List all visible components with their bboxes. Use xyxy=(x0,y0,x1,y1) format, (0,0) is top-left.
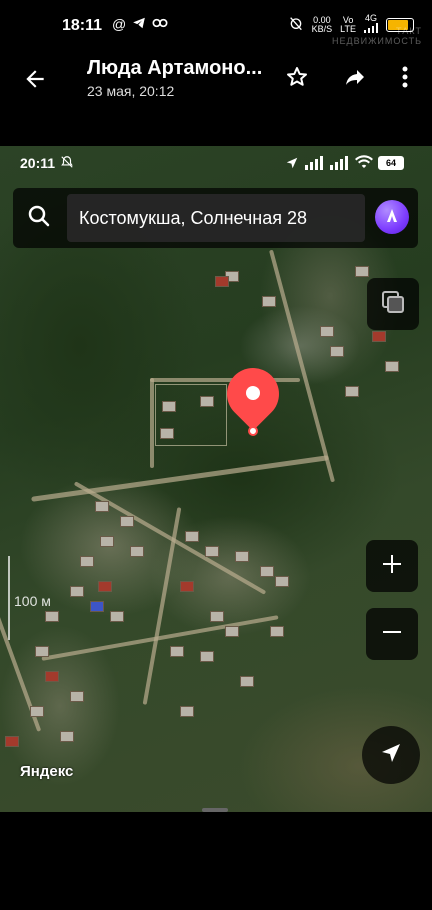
at-icon: @ xyxy=(112,16,127,32)
pin-target-point xyxy=(248,426,258,436)
status-left-icons: @ xyxy=(112,16,168,33)
search-bar: Костомукша, Солнечная 28 xyxy=(13,188,418,248)
location-arrow-icon xyxy=(379,741,403,770)
signal-icon xyxy=(305,156,351,175)
map-scale-bar xyxy=(8,556,10,640)
chat-header: Люда Артамоно... 23 мая, 20:12 xyxy=(0,52,432,110)
arrow-back-icon[interactable] xyxy=(22,66,48,92)
yandex-logo: Яндекс xyxy=(20,763,74,780)
zoom-in-button[interactable] xyxy=(366,540,418,592)
message-date: 23 мая, 20:12 xyxy=(87,83,175,99)
inner-battery-icon: 64 xyxy=(378,156,404,170)
plus-icon xyxy=(380,552,404,581)
zoom-out-button[interactable] xyxy=(366,608,418,660)
net-speed: 0.00 KB/S xyxy=(311,14,333,34)
wifi-icon xyxy=(355,155,373,174)
search-input[interactable]: Костомукша, Солнечная 28 xyxy=(67,194,365,242)
inner-status-bar: 20:11 64 xyxy=(0,146,432,180)
telegram-icon xyxy=(132,16,146,33)
alarm-off-icon xyxy=(60,155,74,174)
search-icon[interactable] xyxy=(27,204,53,230)
map-screenshot[interactable]: 20:11 64 Костомукша, Солнечная 28 100 м … xyxy=(0,146,432,812)
home-indicator xyxy=(202,808,228,812)
link-icon xyxy=(152,16,168,33)
watermark: ТАКТ НЕДВИЖИМОСТЬ xyxy=(332,26,422,46)
minus-icon xyxy=(380,620,404,649)
contact-name: Люда Артамоно... xyxy=(87,57,263,79)
status-time: 18:11 xyxy=(62,17,103,34)
layers-icon xyxy=(380,289,406,320)
alarm-off-icon xyxy=(288,15,304,34)
navigation-icon xyxy=(285,156,299,175)
status-bar: 18:11 @ 0.00 KB/S Vo LTE 4G ТАКТ НЕДВИЖИ… xyxy=(0,0,432,52)
pin-center-dot xyxy=(246,386,260,400)
map-scale-label: 100 м xyxy=(14,593,51,609)
layers-button[interactable] xyxy=(367,278,419,330)
my-location-button[interactable] xyxy=(362,726,420,784)
share-icon[interactable] xyxy=(340,62,370,92)
inner-time: 20:11 xyxy=(20,155,56,171)
more-vert-icon[interactable] xyxy=(390,62,420,92)
star-icon[interactable] xyxy=(282,62,312,92)
alice-assistant-icon[interactable] xyxy=(375,200,409,234)
